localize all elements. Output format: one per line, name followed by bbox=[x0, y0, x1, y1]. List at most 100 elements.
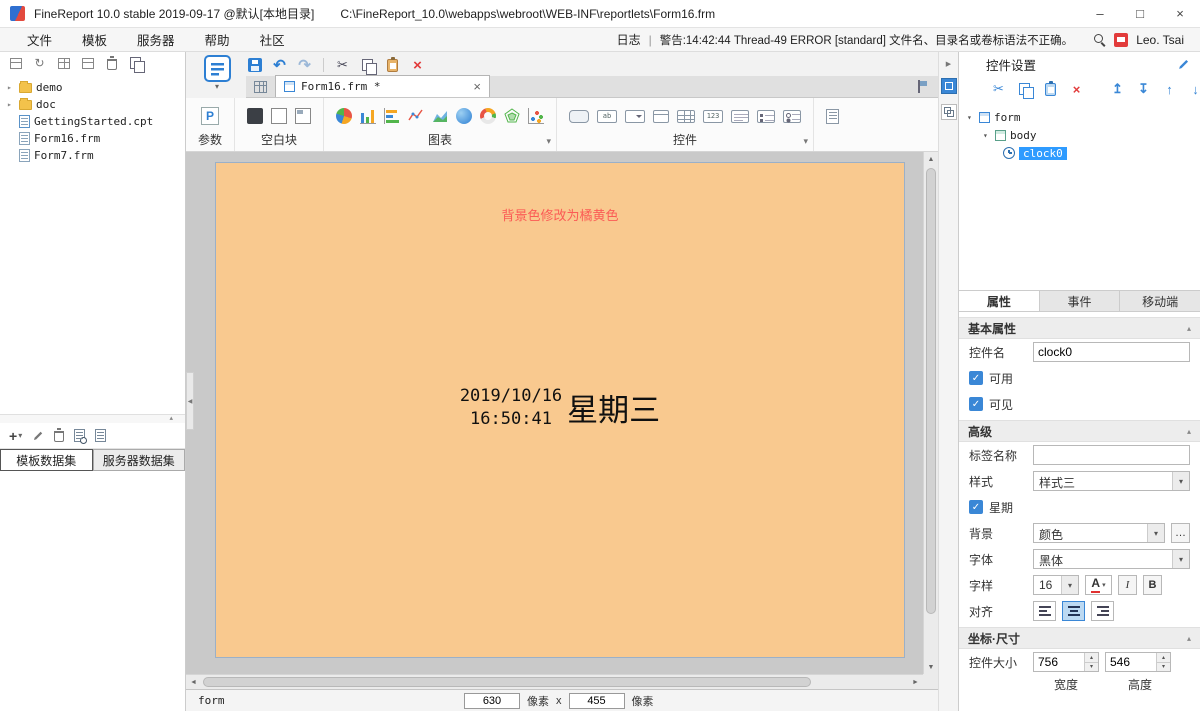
component-library-button[interactable]: ▾ bbox=[200, 55, 234, 95]
preview-dataset-button[interactable] bbox=[74, 429, 88, 444]
tree-item-form7[interactable]: Form7.frm bbox=[0, 147, 185, 164]
tab-server-dataset[interactable]: 服务器数据集 bbox=[92, 449, 185, 471]
save-button[interactable] bbox=[246, 56, 263, 74]
scroll-right-icon[interactable]: ► bbox=[908, 679, 923, 686]
template-version-icon[interactable] bbox=[917, 80, 928, 93]
spinner-up-icon[interactable]: ▴ bbox=[1157, 653, 1170, 663]
collapse-all-icon[interactable] bbox=[9, 57, 22, 70]
tag-name-input[interactable] bbox=[1033, 445, 1190, 465]
line-chart-icon[interactable] bbox=[408, 108, 424, 124]
width-spinner[interactable]: ▴ ▾ bbox=[1033, 652, 1099, 672]
section-coords-size[interactable]: 坐标·尺寸 ▴ bbox=[959, 627, 1200, 649]
button-widget-icon[interactable] bbox=[569, 109, 590, 123]
align-left-button[interactable] bbox=[1033, 601, 1056, 621]
body-height-input[interactable] bbox=[568, 692, 625, 709]
view-mode-icon[interactable] bbox=[57, 57, 70, 70]
collapse-right-panel[interactable]: ▶ bbox=[939, 60, 958, 68]
template-list-icon[interactable] bbox=[254, 81, 267, 93]
maximize-button[interactable]: □ bbox=[1120, 0, 1160, 28]
tree-item-gettingstarted[interactable]: GettingStarted.cpt bbox=[0, 113, 185, 130]
checkbox-group-widget-icon[interactable] bbox=[757, 109, 776, 123]
edit-pencil-icon[interactable] bbox=[1177, 58, 1190, 71]
move-down-button[interactable]: ↓ bbox=[1188, 81, 1200, 97]
spinner-down-icon[interactable]: ▾ bbox=[1085, 662, 1098, 671]
background-detail-button[interactable]: … bbox=[1171, 523, 1190, 543]
area-chart-icon[interactable] bbox=[432, 108, 448, 124]
move-to-bottom-button[interactable]: ↧ bbox=[1136, 81, 1151, 97]
collapse-arrow-icon[interactable]: ▸ bbox=[7, 100, 15, 109]
menu-help[interactable]: 帮助 bbox=[190, 30, 245, 49]
horizontal-scroll-track[interactable] bbox=[201, 675, 908, 689]
tab-events[interactable]: 事件 bbox=[1039, 291, 1121, 311]
edit-dataset-button[interactable] bbox=[32, 430, 44, 442]
menu-server[interactable]: 服务器 bbox=[122, 30, 190, 49]
close-button[interactable]: × bbox=[1160, 0, 1200, 28]
log-link[interactable]: 日志 bbox=[617, 31, 641, 48]
tree-node-clock0[interactable]: clock0 bbox=[959, 144, 1200, 162]
tab-mobile[interactable]: 移动端 bbox=[1120, 291, 1200, 311]
height-spinner[interactable]: ▴ ▾ bbox=[1105, 652, 1171, 672]
horizontal-scrollbar[interactable]: ◄ ► bbox=[186, 674, 923, 689]
delete-widget-button[interactable]: × bbox=[1069, 81, 1084, 97]
height-spinner-input[interactable] bbox=[1106, 653, 1156, 671]
align-center-button[interactable] bbox=[1062, 601, 1085, 621]
scroll-down-icon[interactable]: ▼ bbox=[924, 660, 938, 674]
username[interactable]: Leo. Tsai bbox=[1136, 33, 1184, 47]
textfield-widget-icon[interactable]: ab bbox=[597, 109, 618, 123]
cut-button[interactable]: ✂ bbox=[334, 56, 351, 74]
component-list-panel-toggle[interactable] bbox=[940, 104, 957, 120]
menu-template[interactable]: 模板 bbox=[67, 30, 122, 49]
tab-template-dataset[interactable]: 模板数据集 bbox=[0, 449, 93, 471]
redo-button[interactable]: ↷ bbox=[296, 56, 313, 74]
undo-button[interactable]: ↶ bbox=[271, 56, 288, 74]
delete-file-icon[interactable] bbox=[105, 55, 118, 70]
section-basic-properties[interactable]: 基本属性 ▴ bbox=[959, 317, 1200, 339]
copy-file-icon[interactable] bbox=[129, 57, 145, 73]
datepicker-widget-icon[interactable] bbox=[653, 109, 670, 123]
form-body[interactable]: 背景色修改为橘黄色 2019/10/16 16:50:41 星期三 bbox=[215, 162, 905, 658]
radio-group-widget-icon[interactable] bbox=[783, 109, 802, 123]
tree-item-doc[interactable]: ▸ doc bbox=[0, 96, 185, 113]
close-tab-icon[interactable]: × bbox=[473, 80, 481, 93]
clock-widget[interactable]: 2019/10/16 16:50:41 星期三 bbox=[216, 385, 904, 430]
font-select[interactable]: 黑体 ▾ bbox=[1033, 549, 1190, 569]
copy-button[interactable] bbox=[359, 56, 377, 75]
align-right-button[interactable] bbox=[1091, 601, 1114, 621]
delete-dataset-button[interactable] bbox=[54, 428, 65, 442]
tree-item-form16[interactable]: Form16.frm bbox=[0, 130, 185, 147]
collapse-arrow-icon[interactable]: ▸ bbox=[7, 83, 15, 92]
paste-widget-button[interactable] bbox=[1043, 81, 1058, 97]
scatter-chart-icon[interactable] bbox=[528, 108, 545, 124]
table-widget-icon[interactable] bbox=[677, 109, 696, 123]
visible-checkbox[interactable]: ✓ bbox=[969, 397, 983, 411]
width-spinner-input[interactable] bbox=[1034, 653, 1084, 671]
refresh-icon[interactable]: ↻ bbox=[33, 56, 46, 70]
enabled-checkbox[interactable]: ✓ bbox=[969, 371, 983, 385]
paste-button[interactable] bbox=[384, 56, 401, 74]
gauge-chart-icon[interactable] bbox=[480, 108, 497, 124]
style-select[interactable]: 样式三 ▾ bbox=[1033, 471, 1190, 491]
bold-button[interactable]: B bbox=[1143, 575, 1162, 595]
pie-chart-icon[interactable] bbox=[336, 108, 353, 124]
menu-community[interactable]: 社区 bbox=[245, 30, 300, 49]
dataset-panel-collapse[interactable]: ▴ bbox=[0, 414, 185, 423]
document-tab-form16[interactable]: Form16.frm * × bbox=[275, 75, 490, 97]
scroll-left-icon[interactable]: ◄ bbox=[186, 679, 201, 686]
expand-arrow-icon[interactable]: ▾ bbox=[983, 131, 991, 140]
widget-settings-panel-toggle[interactable] bbox=[940, 78, 957, 94]
radar-chart-icon[interactable] bbox=[504, 108, 520, 124]
cut-widget-button[interactable]: ✂ bbox=[991, 81, 1006, 97]
background-select[interactable]: 颜色 ▾ bbox=[1033, 523, 1165, 543]
tree-node-form[interactable]: ▾ form bbox=[959, 108, 1200, 126]
vertical-scrollbar[interactable]: ▲ ▼ bbox=[923, 152, 938, 674]
expand-arrow-icon[interactable]: ▾ bbox=[967, 113, 975, 122]
italic-button[interactable]: I bbox=[1118, 575, 1137, 595]
font-size-select[interactable]: 16 ▾ bbox=[1033, 575, 1079, 595]
textarea-widget-icon[interactable] bbox=[731, 109, 750, 123]
spinner-up-icon[interactable]: ▴ bbox=[1085, 653, 1098, 663]
add-dataset-button[interactable]: + ▾ bbox=[9, 428, 22, 444]
vertical-scroll-thumb[interactable] bbox=[926, 168, 936, 614]
copy-widget-button[interactable] bbox=[1017, 81, 1034, 99]
tab-block-icon[interactable] bbox=[295, 108, 312, 124]
bar-chart-icon[interactable] bbox=[384, 108, 401, 124]
